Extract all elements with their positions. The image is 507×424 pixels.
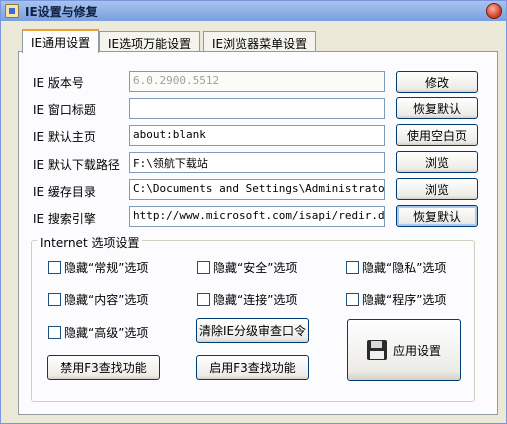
checkbox-box[interactable]	[346, 293, 359, 306]
window-title-field[interactable]	[129, 98, 385, 119]
window-title: IE设置与修复	[25, 5, 98, 19]
tab-ie-options[interactable]: IE选项万能设置	[99, 31, 201, 52]
checkbox-label: 隐藏“连接”选项	[213, 293, 298, 307]
checkbox-box[interactable]	[197, 261, 210, 274]
hide-general-checkbox[interactable]: 隐藏“常规”选项	[48, 259, 148, 276]
checkbox-label: 隐藏“安全”选项	[213, 261, 298, 275]
disable-f3-search-button[interactable]: 禁用F3查找功能	[47, 355, 160, 380]
checkbox-label: 隐藏“高级”选项	[64, 326, 149, 340]
hide-security-checkbox[interactable]: 隐藏“安全”选项	[197, 259, 297, 276]
hide-programs-checkbox[interactable]: 隐藏“程序”选项	[346, 291, 446, 308]
internet-options-title: Internet 选项设置	[37, 234, 143, 251]
cache-dir-label: IE 缓存目录	[33, 185, 96, 199]
checkbox-label: 隐藏“常规”选项	[64, 261, 149, 275]
download-path-field[interactable]: F:\领航下载站	[129, 152, 385, 173]
apply-settings-button[interactable]: 应用设置	[347, 319, 461, 381]
checkbox-box[interactable]	[48, 293, 61, 306]
restore-search-button[interactable]: 恢复默认	[396, 205, 478, 227]
clear-rating-password-button[interactable]: 清除IE分级审查口令	[196, 318, 309, 343]
search-engine-label: IE 搜索引擎	[33, 212, 96, 226]
checkbox-box[interactable]	[197, 293, 210, 306]
checkbox-label: 隐藏“程序”选项	[362, 293, 447, 307]
close-button[interactable]	[486, 3, 502, 19]
checkbox-box[interactable]	[48, 326, 61, 339]
tab-ie-general[interactable]: IE通用设置	[22, 29, 100, 53]
checkbox-box[interactable]	[346, 261, 359, 274]
hide-connections-checkbox[interactable]: 隐藏“连接”选项	[197, 291, 297, 308]
search-engine-field[interactable]: http://www.microsoft.com/isapi/redir.dll…	[129, 206, 385, 227]
apply-settings-label: 应用设置	[392, 343, 441, 358]
tab-ie-menu[interactable]: IE浏览器菜单设置	[203, 31, 317, 52]
hide-advanced-checkbox[interactable]: 隐藏“高级”选项	[48, 324, 148, 341]
ie-version-field[interactable]: 6.0.2900.5512	[129, 71, 385, 92]
checkbox-label: 隐藏“隐私”选项	[362, 261, 447, 275]
browse-download-button[interactable]: 浏览	[396, 151, 478, 173]
homepage-label: IE 默认主页	[33, 130, 96, 144]
download-path-label: IE 默认下载路径	[33, 158, 120, 172]
cache-dir-field[interactable]: C:\Documents and Settings\Administrator\…	[129, 179, 385, 200]
use-blank-page-button[interactable]: 使用空白页	[396, 124, 478, 146]
save-disk-icon	[366, 340, 387, 360]
checkbox-box[interactable]	[48, 261, 61, 274]
ie-version-label: IE 版本号	[33, 76, 84, 90]
main-window: IE设置与修复 IE通用设置 IE选项万能设置 IE浏览器菜单设置 IE 版本号…	[0, 0, 507, 424]
homepage-field[interactable]: about:blank	[129, 125, 385, 146]
browse-cache-button[interactable]: 浏览	[396, 178, 478, 200]
window-title-label: IE 窗口标题	[33, 103, 96, 117]
checkbox-label: 隐藏“内容”选项	[64, 293, 149, 307]
restore-title-button[interactable]: 恢复默认	[396, 97, 478, 119]
enable-f3-search-button[interactable]: 启用F3查找功能	[196, 355, 309, 380]
app-icon	[5, 4, 19, 18]
modify-version-button[interactable]: 修改	[396, 71, 478, 93]
hide-content-checkbox[interactable]: 隐藏“内容”选项	[48, 291, 148, 308]
title-bar: IE设置与修复	[1, 1, 506, 21]
hide-privacy-checkbox[interactable]: 隐藏“隐私”选项	[346, 259, 446, 276]
